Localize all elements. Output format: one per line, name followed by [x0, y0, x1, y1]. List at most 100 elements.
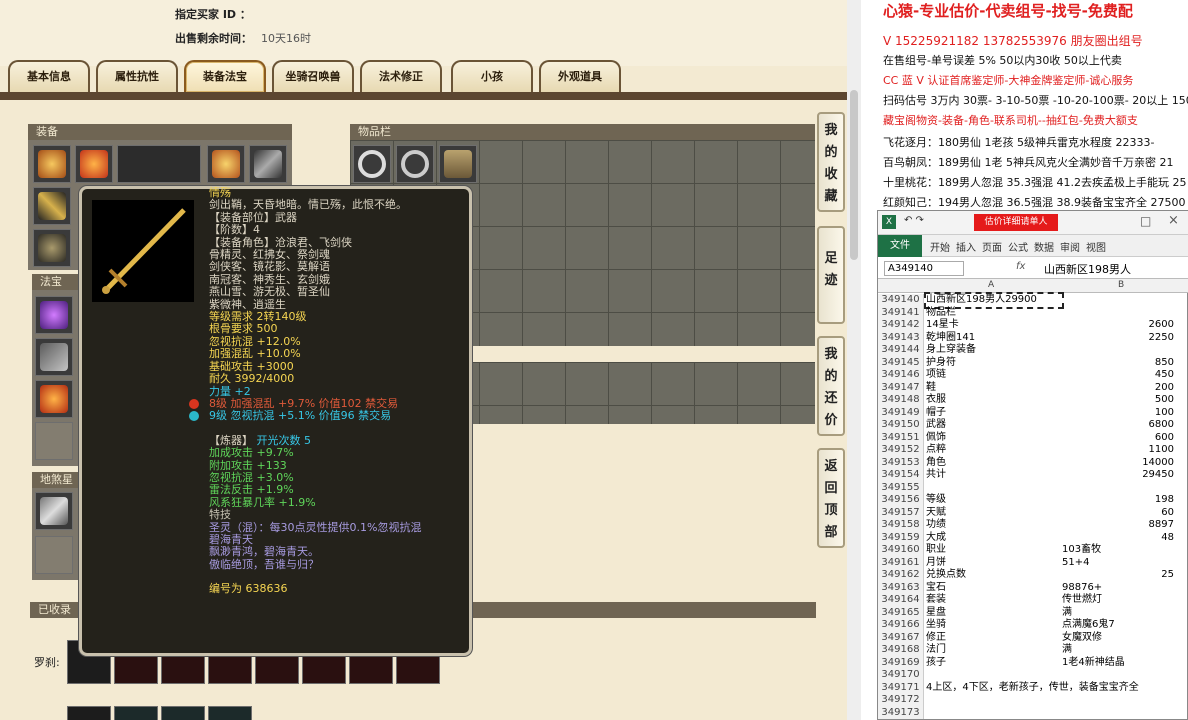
table-row[interactable]: 349140 山西新区198男人29900 [878, 292, 1188, 309]
cell-a[interactable]: 帽子 [926, 407, 1062, 420]
row-number[interactable]: 349160 [878, 544, 924, 557]
cell-b[interactable]: 100 [1062, 407, 1174, 420]
bargain-button[interactable]: 我的还价 [817, 336, 845, 436]
table-row[interactable]: 349153 角色 14000 [878, 456, 1188, 470]
collected-slot-9[interactable] [67, 706, 111, 720]
cell-a[interactable]: 功绩 [926, 519, 1062, 532]
inventory-boots[interactable] [439, 145, 477, 183]
ribbon-tab-view[interactable]: 视图 [1086, 239, 1106, 254]
equip-slot-weapon[interactable] [33, 187, 71, 225]
footprint-button[interactable]: 足迹 [817, 226, 845, 324]
row-number[interactable]: 349148 [878, 394, 924, 407]
cell-b[interactable]: 25 [1062, 569, 1174, 582]
row-number[interactable]: 349156 [878, 494, 924, 507]
table-row[interactable]: 349165 星盘满 [878, 606, 1188, 620]
row-number[interactable]: 349159 [878, 531, 924, 544]
tab-equipment[interactable]: 装备法宝 [184, 60, 266, 92]
cell-b[interactable]: 6800 [1062, 419, 1174, 432]
cell-a[interactable]: 共计 [926, 469, 1062, 482]
cell-b[interactable]: 1100 [1062, 444, 1174, 457]
fx-icon[interactable]: fx [1016, 261, 1025, 272]
row-number[interactable]: 349147 [878, 381, 924, 394]
maximize-icon[interactable]: □ [1140, 214, 1151, 228]
row-number[interactable]: 349158 [878, 519, 924, 532]
cell-a[interactable]: 项链 [926, 369, 1062, 382]
cell-a[interactable]: 天赋 [926, 507, 1062, 520]
cell-a[interactable]: 点粹 [926, 444, 1062, 457]
cell-b[interactable]: 198 [1062, 494, 1174, 507]
equip-slot-empty[interactable] [117, 145, 201, 183]
row-number[interactable]: 349153 [878, 456, 924, 469]
table-row[interactable]: 349166 坐骑 点满魔6鬼7 [878, 619, 1188, 632]
name-box[interactable]: A349140 [884, 261, 964, 276]
row-number[interactable]: 349146 [878, 369, 924, 382]
fabao-slot-3[interactable] [35, 380, 73, 418]
table-row[interactable]: 349149 帽子 100 [878, 406, 1188, 420]
tab-basic[interactable]: 基本信息 [8, 60, 90, 92]
undo-icon[interactable]: ↶ ↷ [904, 215, 924, 226]
cell-a[interactable]: 法门 [926, 644, 1062, 657]
cell-a[interactable]: 套装 [926, 594, 1062, 607]
tab-children[interactable]: 小孩 [451, 60, 533, 92]
cell-b[interactable]: 51+4 [1062, 557, 1174, 570]
equip-slot-armor[interactable] [207, 145, 245, 183]
row-number[interactable]: 349169 [878, 656, 924, 669]
cell-a[interactable]: 兑换点数 [926, 569, 1062, 582]
tab-mounts[interactable]: 坐骑召唤兽 [272, 60, 354, 92]
table-row[interactable]: 349142 14星卡 2600 [878, 319, 1188, 332]
table-row[interactable]: 349152 点粹 1100 [878, 444, 1188, 457]
inventory-ring-2[interactable] [396, 145, 434, 183]
table-row[interactable]: 349159 大成 48 [878, 531, 1188, 545]
cell-b[interactable]: 点满魔6鬼7 [1062, 619, 1174, 632]
row-number[interactable]: 349172 [878, 694, 924, 707]
table-row[interactable]: 349151 佩饰 600 [878, 431, 1188, 445]
cell-b[interactable]: 450 [1062, 369, 1174, 382]
ribbon-tab-formula[interactable]: 公式 [1008, 239, 1028, 254]
table-row[interactable]: 349161 月饼 51+4 [878, 556, 1188, 570]
row-number[interactable]: 349157 [878, 506, 924, 519]
cell-a[interactable]: 职业 [926, 544, 1062, 557]
row-number[interactable]: 349168 [878, 644, 924, 657]
cell-a[interactable]: 乾坤圈141 [926, 332, 1062, 345]
cell-b[interactable]: 14000 [1062, 457, 1174, 470]
equip-slot-belt[interactable] [249, 145, 287, 183]
row-number[interactable]: 349155 [878, 481, 924, 494]
cell-a[interactable]: 孩子 [926, 657, 1062, 670]
cell-b[interactable]: 98876+ [1062, 582, 1174, 595]
ribbon-tab-file[interactable]: 文件 [878, 235, 922, 257]
close-icon[interactable]: × [1168, 213, 1179, 228]
tab-appearance[interactable]: 外观道具 [539, 60, 621, 92]
equip-slot-ornament[interactable] [33, 229, 71, 267]
row-number[interactable]: 349143 [878, 331, 924, 344]
cell-a[interactable]: 鞋 [926, 382, 1062, 395]
cell-a[interactable]: 宝石 [926, 582, 1062, 595]
cell-b[interactable]: 29450 [1062, 469, 1174, 482]
row-number[interactable]: 349164 [878, 594, 924, 607]
inventory-ring-1[interactable] [353, 145, 391, 183]
equip-slot-helmet[interactable] [33, 145, 71, 183]
table-row[interactable]: 349172 [878, 694, 1188, 707]
table-row[interactable]: 349147 鞋 200 [878, 381, 1188, 395]
row-number[interactable]: 349140 [878, 294, 924, 307]
tab-magic[interactable]: 法术修正 [360, 60, 442, 92]
cell-a[interactable]: 身上穿装备 [926, 344, 1062, 357]
row-number[interactable]: 349145 [878, 356, 924, 369]
collected-slot-10[interactable] [114, 706, 158, 720]
cell-a[interactable]: 山西新区198男人29900 [924, 292, 1064, 309]
ribbon-tab-review[interactable]: 审阅 [1060, 239, 1080, 254]
cell-a[interactable]: 修正 [926, 632, 1062, 645]
cell-a[interactable]: 坐骑 [926, 619, 1062, 632]
row-number[interactable]: 349149 [878, 406, 924, 419]
table-row[interactable]: 349145 护身符 850 [878, 356, 1188, 369]
cell-a[interactable]: 星盘 [926, 607, 1062, 620]
cell-b[interactable]: 满 [1062, 644, 1174, 657]
row-number[interactable]: 349173 [878, 706, 924, 719]
table-row[interactable]: 349160 职业 103畜牧 [878, 544, 1188, 557]
table-row[interactable]: 349167 修正 女魔双修 [878, 631, 1188, 645]
cell-b[interactable]: 48 [1062, 532, 1174, 545]
cell-b[interactable]: 女魔双修 [1062, 632, 1174, 645]
cell-a[interactable]: 佩饰 [926, 432, 1062, 445]
fabao-slot-4[interactable] [35, 422, 73, 460]
cell-a[interactable]: 大成 [926, 532, 1062, 545]
table-row[interactable]: 349158 功绩 8897 [878, 519, 1188, 532]
